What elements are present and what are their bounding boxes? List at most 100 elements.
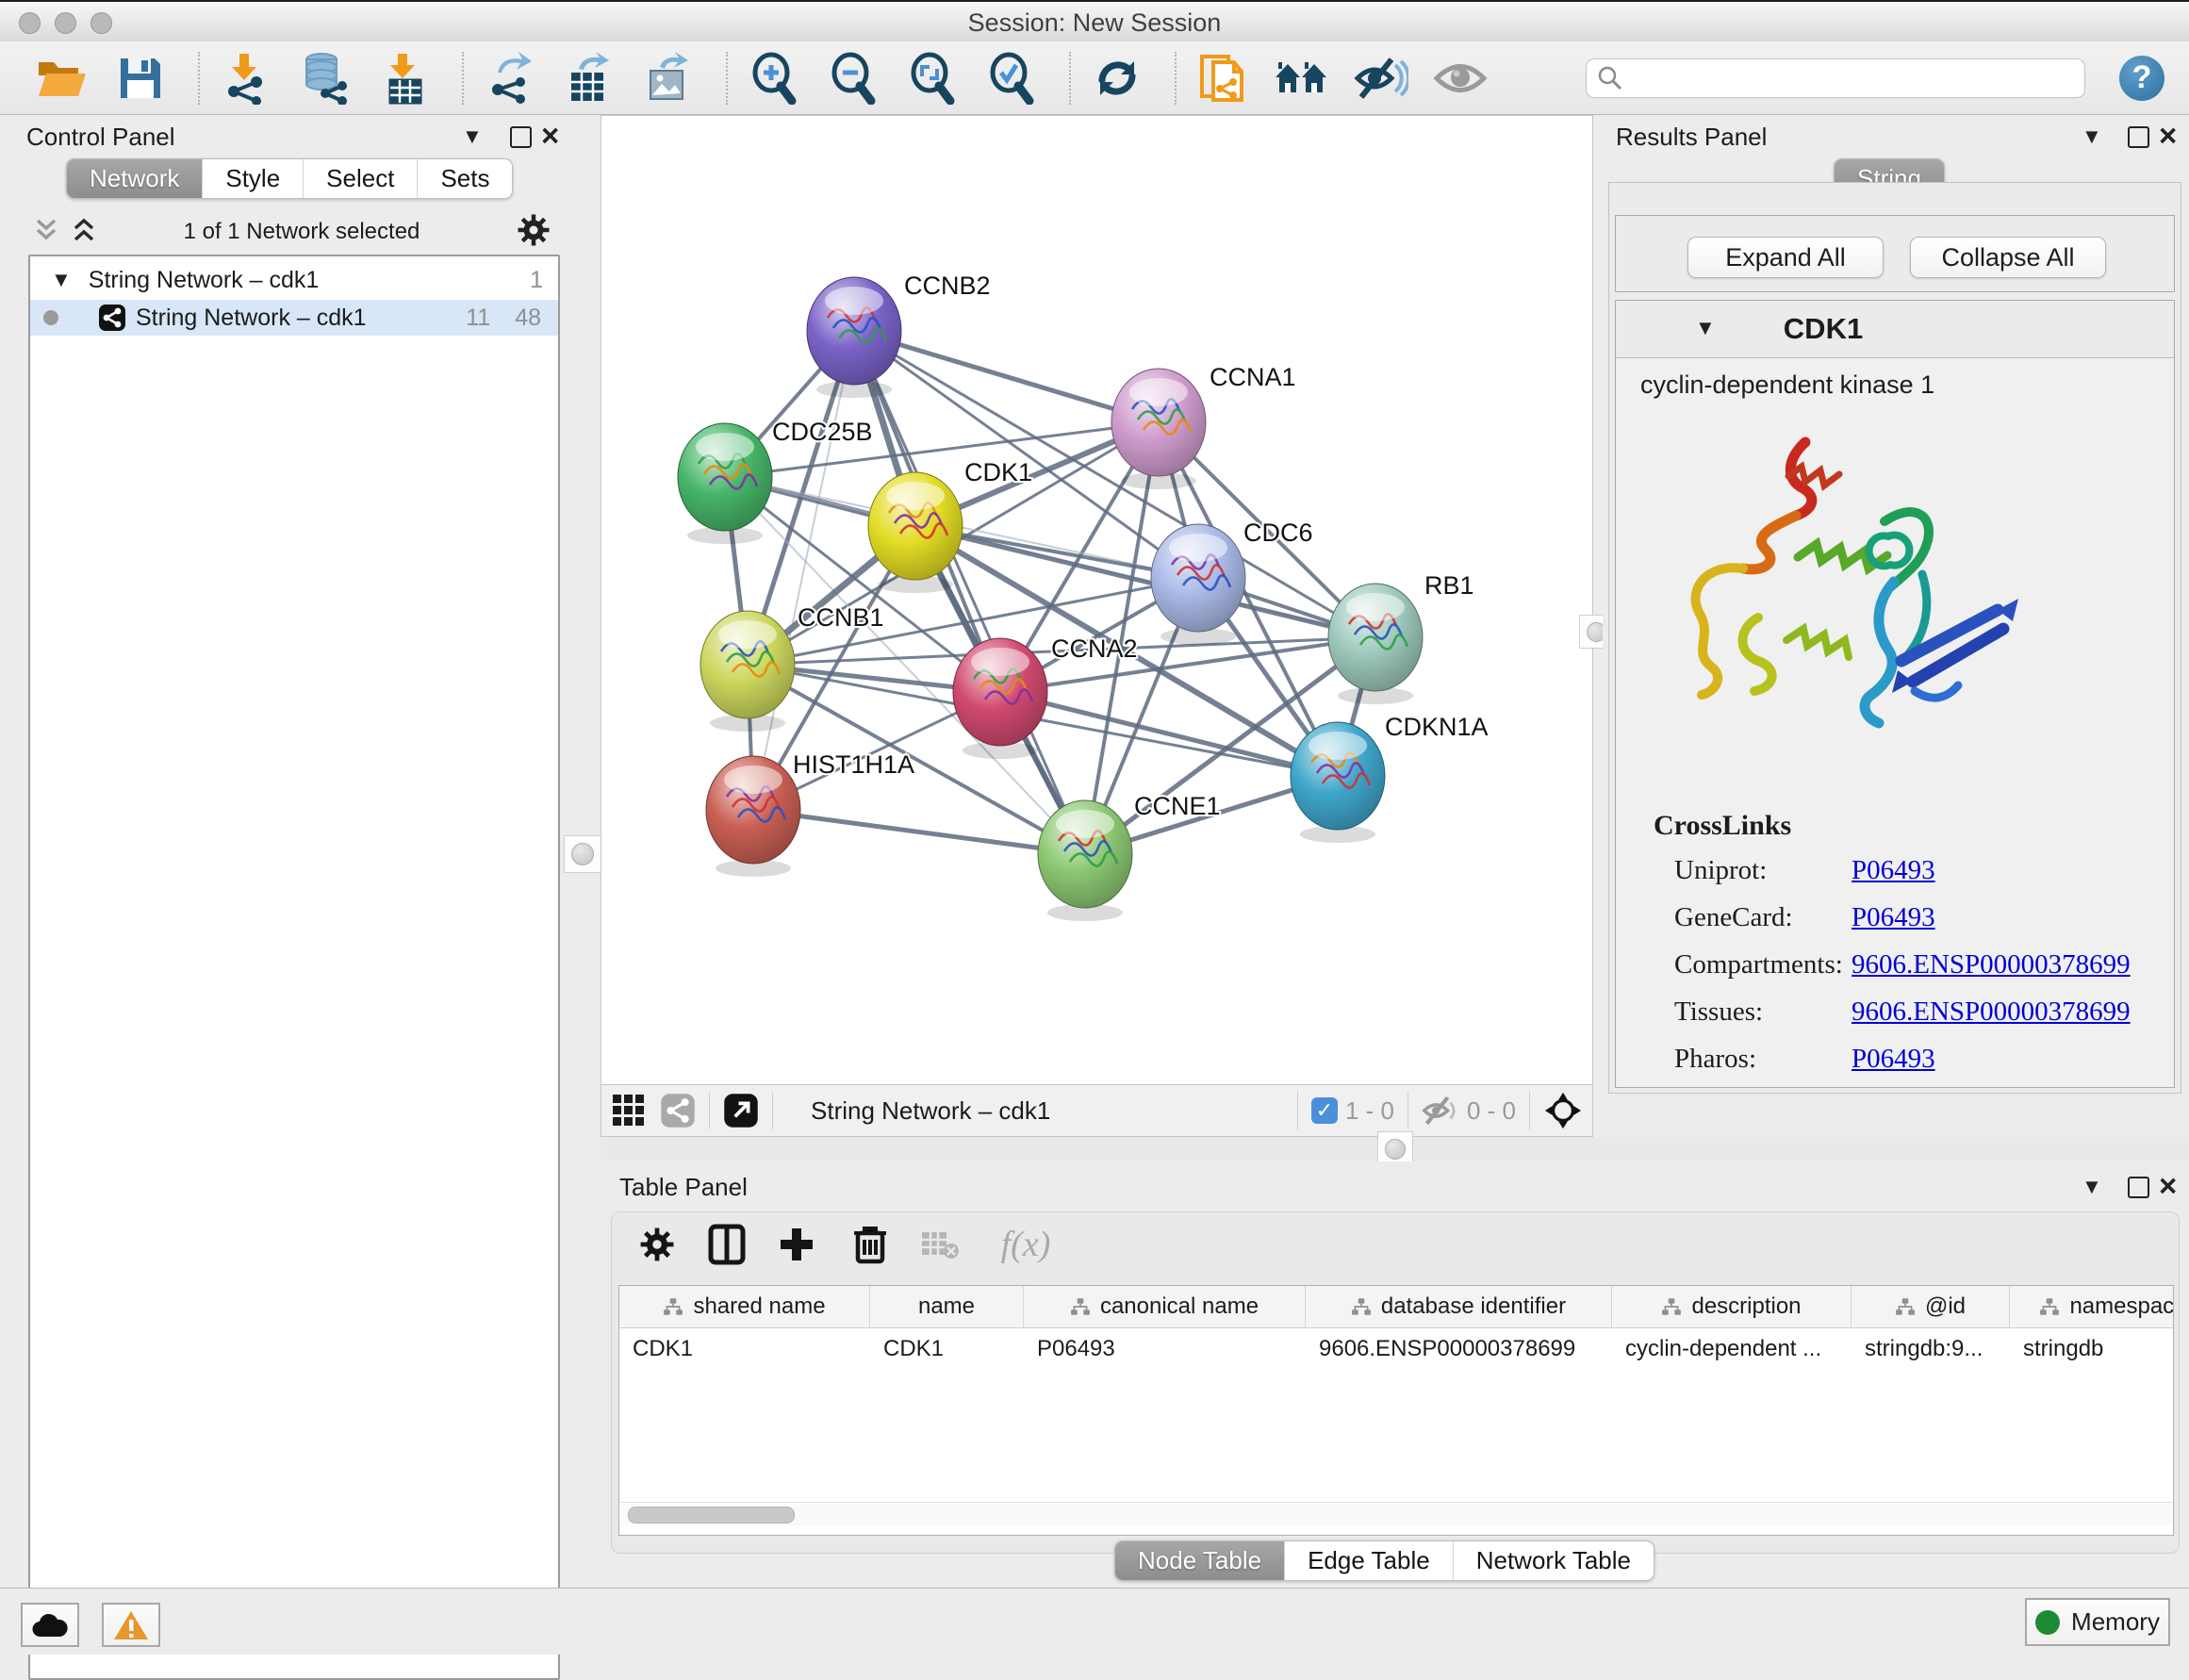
table-cell[interactable]: cyclin-dependent ... [1612, 1328, 1852, 1370]
export-network-button[interactable] [481, 49, 539, 107]
scrollbar-thumb[interactable] [628, 1507, 795, 1524]
node-CCNB2[interactable] [807, 277, 901, 385]
save-session-button[interactable] [111, 49, 170, 107]
section-collapse-icon[interactable]: ▼ [1695, 316, 1716, 340]
node-CCNA1[interactable] [1111, 369, 1206, 476]
column-header-namespace[interactable]: namespace [2010, 1286, 2174, 1327]
delete-column-button[interactable] [844, 1218, 897, 1271]
node-CCNE1[interactable] [1038, 800, 1132, 908]
tab-network[interactable]: Network [67, 159, 203, 198]
import-network-database-button[interactable] [296, 49, 354, 107]
crosslink-link[interactable]: P06493 [1852, 902, 1935, 933]
network-canvas[interactable]: CCNB2CCNA1CDC25BCDK1CDC6RB1CCNB1CCNA2CDK… [601, 116, 1592, 1085]
tab-node-table[interactable]: Node Table [1115, 1541, 1285, 1580]
first-neighbors-button[interactable] [1273, 49, 1331, 107]
open-session-button[interactable] [32, 49, 91, 107]
collapse-all-chevron-icon[interactable] [32, 215, 60, 245]
import-table-file-button[interactable] [375, 49, 434, 107]
network-row-selected[interactable]: String Network – cdk1 11 48 [30, 300, 558, 336]
tab-style[interactable]: Style [203, 159, 304, 198]
expand-all-chevron-icon[interactable] [70, 215, 98, 245]
hide-selected-button[interactable] [1352, 49, 1410, 107]
import-network-file-button[interactable] [217, 49, 275, 107]
vertical-splitter-right[interactable] [1593, 115, 1603, 1137]
detach-view-icon[interactable] [723, 1093, 759, 1128]
column-header--id[interactable]: @id [1852, 1286, 2010, 1327]
memory-button[interactable]: Memory [2025, 1598, 2170, 1646]
birdseye-navigator-icon[interactable] [1543, 1091, 1583, 1130]
tab-select[interactable]: Select [304, 159, 418, 198]
zoom-out-button[interactable] [824, 49, 882, 107]
collection-expand-icon[interactable]: ▼ [51, 268, 72, 292]
edge-CCNB2-HIST1H1A[interactable] [753, 331, 854, 810]
splitter-handle[interactable] [564, 835, 601, 873]
crosslink-link[interactable]: 9606.ENSP00000378699 [1852, 949, 2131, 980]
table-row[interactable]: CDK1CDK1P064939606.ENSP00000378699cyclin… [619, 1328, 2173, 1370]
warnings-button[interactable] [102, 1603, 160, 1647]
cloud-status-button[interactable] [21, 1603, 79, 1647]
export-table-button[interactable] [560, 49, 618, 107]
table-cell[interactable]: stringdb [2010, 1328, 2174, 1370]
network-options-gear-icon[interactable] [517, 213, 551, 247]
node-CCNB1[interactable] [700, 611, 795, 718]
help-button[interactable]: ? [2119, 56, 2164, 101]
column-header-shared-name[interactable]: shared name [619, 1286, 870, 1327]
table-cell[interactable]: stringdb:9... [1852, 1328, 2010, 1370]
network-graph[interactable]: CCNB2CCNA1CDC25BCDK1CDC6RB1CCNB1CCNA2CDK… [601, 116, 1592, 1085]
column-header-database-identifier[interactable]: database identifier [1306, 1286, 1612, 1327]
zoom-selected-button[interactable] [982, 49, 1041, 107]
crosslink-link[interactable]: P06493 [1852, 855, 1935, 886]
show-all-button[interactable] [1431, 49, 1490, 107]
node-CDC25B[interactable] [678, 423, 772, 531]
crosslink-link[interactable]: P06493 [1852, 1044, 1935, 1075]
panel-float-icon[interactable] [510, 126, 532, 148]
node-HIST1H1A[interactable] [706, 756, 800, 864]
apply-layout-button[interactable] [1088, 49, 1146, 107]
vertical-splitter-left[interactable] [562, 115, 601, 1588]
network-share-view-icon[interactable] [660, 1093, 696, 1128]
grid-view-icon[interactable] [611, 1093, 647, 1128]
table-cell[interactable]: P06493 [1024, 1328, 1306, 1370]
panel-close-icon[interactable]: × [2159, 126, 2177, 145]
export-image-button[interactable] [639, 49, 698, 107]
tab-network-table[interactable]: Network Table [1454, 1541, 1654, 1580]
table-header-row[interactable]: shared namenamecanonical namedatabase id… [619, 1286, 2173, 1328]
selected-checkbox-icon[interactable]: ✓ [1311, 1097, 1338, 1124]
table-cell[interactable]: 9606.ENSP00000378699 [1306, 1328, 1612, 1370]
create-column-button[interactable] [770, 1218, 823, 1271]
panel-menu-icon[interactable]: ▼ [2082, 1175, 2102, 1199]
gene-section-header[interactable]: ▼ CDK1 [1616, 301, 2174, 358]
tab-edge-table[interactable]: Edge Table [1285, 1541, 1454, 1580]
collapse-all-button[interactable]: Collapse All [1910, 237, 2106, 278]
zoom-in-button[interactable] [745, 49, 803, 107]
node-RB1[interactable] [1328, 584, 1423, 691]
panel-close-icon[interactable]: × [541, 126, 559, 145]
node-CDC6[interactable] [1151, 524, 1245, 632]
column-header-name[interactable]: name [870, 1286, 1024, 1327]
node-CDKN1A[interactable] [1291, 722, 1385, 830]
table-cell[interactable]: CDK1 [619, 1328, 870, 1370]
show-columns-button[interactable] [700, 1218, 753, 1271]
panel-menu-icon[interactable]: ▼ [462, 124, 483, 149]
column-header-description[interactable]: description [1612, 1286, 1852, 1327]
network-collection-row[interactable]: ▼ String Network – cdk1 1 [30, 262, 558, 298]
table-cell[interactable]: CDK1 [870, 1328, 1024, 1370]
search-input[interactable] [1586, 58, 2085, 98]
crosslink-link[interactable]: 9606.ENSP00000378699 [1852, 996, 2131, 1028]
clone-network-button[interactable] [1193, 49, 1252, 107]
panel-float-icon[interactable] [2128, 126, 2149, 148]
expand-all-button[interactable]: Expand All [1687, 237, 1884, 278]
horizontal-splitter[interactable] [601, 1137, 2189, 1161]
edge-HIST1H1A-CCNE1[interactable] [753, 810, 1085, 854]
panel-float-icon[interactable] [2128, 1177, 2149, 1198]
tab-sets[interactable]: Sets [418, 159, 512, 198]
panel-close-icon[interactable]: × [2159, 1177, 2177, 1195]
node-CCNA2[interactable] [953, 638, 1047, 746]
panel-menu-icon[interactable]: ▼ [2082, 124, 2102, 149]
zoom-fit-button[interactable] [903, 49, 962, 107]
column-header-canonical-name[interactable]: canonical name [1024, 1286, 1306, 1327]
table-options-button[interactable] [631, 1218, 683, 1271]
node-table[interactable]: shared namenamecanonical namedatabase id… [618, 1285, 2174, 1536]
table-horizontal-scrollbar[interactable] [620, 1502, 2172, 1525]
node-CDK1[interactable] [868, 472, 963, 580]
